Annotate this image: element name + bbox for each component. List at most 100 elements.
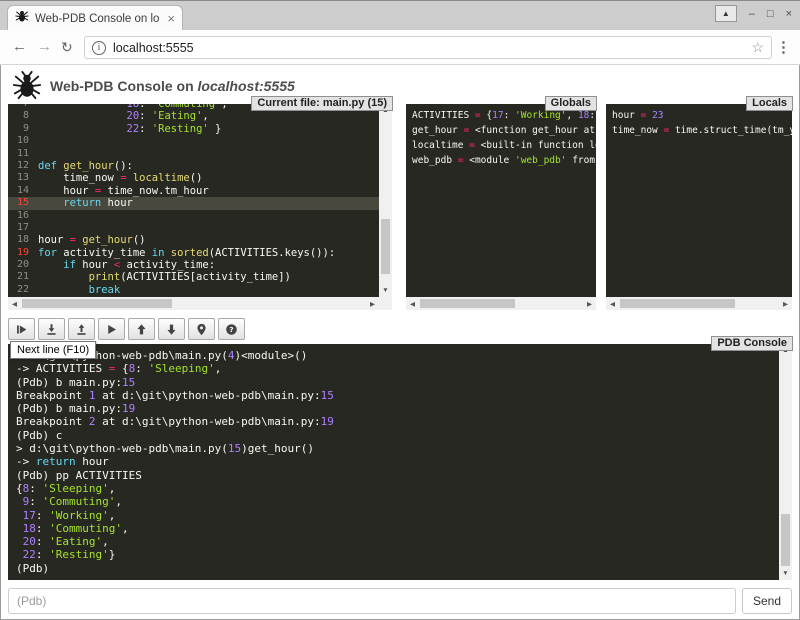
console-line: 18: 'Commuting',	[16, 522, 779, 535]
continue-icon	[105, 323, 118, 336]
locals-line: time_now = time.struct_time(tm_yea	[612, 123, 792, 138]
code-line: 16	[8, 210, 379, 222]
code-line: 19for activity_time in sorted(ACTIVITIES…	[8, 247, 379, 259]
browser-navbar: ← → ↻ i localhost:5555 ☆ ⋮	[0, 30, 800, 65]
console-line: {8: 'Sleeping',	[16, 482, 779, 495]
minimize-button[interactable]: –	[749, 6, 755, 22]
code-line: 18hour = get_hour()	[8, 234, 379, 246]
console-line: Breakpoint 2 at d:\git\python-web-pdb\ma…	[16, 415, 779, 428]
line-number: 19	[8, 247, 38, 259]
globals-line: localtime = <built-in function loca	[412, 138, 596, 153]
line-number: 15	[8, 197, 38, 209]
bookmark-star-icon[interactable]: ☆	[751, 39, 764, 56]
line-number: 10	[8, 135, 38, 147]
code-line: 20 if hour < activity_time:	[8, 259, 379, 271]
back-button[interactable]: ←	[12, 38, 27, 55]
globals-panel: Globals ACTIVITIES = {17: 'Working', 18:…	[406, 104, 596, 310]
console-line: 17: 'Working',	[16, 509, 779, 522]
current-file-caption: Current file: main.py (15)	[251, 96, 393, 111]
line-number: 13	[8, 172, 38, 184]
console-line: (Pdb) pp ACTIVITIES	[16, 469, 779, 482]
page-title-host: localhost:5555	[198, 78, 295, 94]
step-out-icon	[75, 323, 88, 336]
code-line: 21 print(ACTIVITIES[activity_time])	[8, 271, 379, 283]
locals-horizontal-scrollbar[interactable]: ◀ ▶	[606, 297, 792, 310]
tab-title: Web-PDB Console on lo	[35, 13, 161, 25]
locals-panel: Locals hour = 23time_now = time.struct_t…	[606, 104, 792, 310]
code-line: 13 time_now = localtime()	[8, 172, 379, 184]
code-line: 14 hour = time_now.tm_hour	[8, 185, 379, 197]
browser-tab[interactable]: Web-PDB Console on lo ×	[7, 5, 183, 31]
svg-text:?: ?	[229, 325, 233, 334]
console-line: (Pdb)	[16, 562, 779, 575]
globals-line: get_hour = <function get_hour at 0	[412, 123, 596, 138]
window-close-button[interactable]: ×	[786, 6, 792, 22]
send-button[interactable]: Send	[742, 588, 792, 614]
line-number: 11	[8, 148, 38, 160]
pdb-command-input[interactable]	[8, 588, 736, 614]
step-into-icon	[45, 323, 58, 336]
down-arrow-icon	[165, 323, 178, 336]
scroll-down-icon[interactable]: ▼	[379, 284, 392, 297]
up-arrow-button[interactable]	[128, 318, 155, 340]
line-number: 18	[8, 234, 38, 246]
scroll-down-icon[interactable]: ▼	[779, 567, 792, 580]
browser-titlebar: Web-PDB Console on lo × ▲ – □ ×	[0, 0, 800, 30]
address-bar[interactable]: i localhost:5555 ☆	[84, 36, 772, 59]
line-number: 9	[8, 123, 38, 135]
browser-window: Web-PDB Console on lo × ▲ – □ × ← → ↻ i …	[0, 0, 800, 620]
step-into-button[interactable]	[38, 318, 65, 340]
up-arrow-icon	[135, 323, 148, 336]
scroll-right-icon[interactable]: ▶	[583, 297, 596, 310]
scrollbar-corner	[379, 297, 392, 310]
console-line: (Pdb) b main.py:15	[16, 376, 779, 389]
url-text[interactable]: localhost:5555	[113, 41, 751, 55]
console-line: Breakpoint 1 at d:\git\python-web-pdb\ma…	[16, 389, 779, 402]
scroll-right-icon[interactable]: ▶	[779, 297, 792, 310]
code-vscroll-thumb[interactable]	[381, 219, 390, 274]
code-hscroll-thumb[interactable]	[22, 299, 172, 308]
down-arrow-button[interactable]	[158, 318, 185, 340]
maximize-button[interactable]: □	[767, 6, 774, 22]
code-vertical-scrollbar[interactable]: ▲ ▼	[379, 104, 392, 297]
continue-button[interactable]	[98, 318, 125, 340]
locals-hscroll-thumb[interactable]	[620, 299, 735, 308]
globals-horizontal-scrollbar[interactable]: ◀ ▶	[406, 297, 596, 310]
refresh-button[interactable]: ↻	[61, 39, 73, 56]
next-line-button[interactable]	[8, 318, 35, 340]
globals-hscroll-thumb[interactable]	[420, 299, 515, 308]
code-line: 8 20: 'Eating',	[8, 110, 379, 122]
scroll-left-icon[interactable]: ◀	[606, 297, 619, 310]
step-out-button[interactable]	[68, 318, 95, 340]
code-line: 12def get_hour():	[8, 160, 379, 172]
globals-caption: Globals	[545, 96, 597, 111]
map-marker-button[interactable]	[188, 318, 215, 340]
debug-toolbar: ?	[8, 318, 248, 340]
console-vertical-scrollbar[interactable]: ▲ ▼	[779, 344, 792, 580]
console-line: 22: 'Resting'}	[16, 548, 779, 561]
current-file-panel: Current file: main.py (15) 7 18: 'Commut…	[8, 104, 392, 310]
help-button[interactable]: ?	[218, 318, 245, 340]
locals-caption: Locals	[746, 96, 793, 111]
console-line: -> ACTIVITIES = {8: 'Sleeping',	[16, 362, 779, 375]
page-info-icon[interactable]: i	[92, 41, 106, 55]
scroll-left-icon[interactable]: ◀	[406, 297, 419, 310]
forward-button[interactable]: →	[37, 38, 52, 55]
console-line: > d:\git\python-web-pdb\main.py(15)get_h…	[16, 442, 779, 455]
code-line: 9 22: 'Resting' }	[8, 123, 379, 135]
map-marker-icon	[195, 323, 208, 336]
scroll-right-icon[interactable]: ▶	[366, 297, 379, 310]
console-line: 9: 'Commuting',	[16, 495, 779, 508]
code-horizontal-scrollbar[interactable]: ◀ ▶	[8, 297, 379, 310]
browser-menu-icon[interactable]: ⋮	[776, 38, 791, 56]
next-line-tooltip: Next line (F10)	[10, 341, 96, 359]
scroll-left-icon[interactable]: ◀	[8, 297, 21, 310]
globals-line: web_pdb = <module 'web_pdb' from '	[412, 153, 596, 168]
tab-close-icon[interactable]: ×	[167, 12, 175, 25]
code-line: 11	[8, 148, 379, 160]
line-number: 22	[8, 284, 38, 296]
titlebar-up-arrow-button[interactable]: ▲	[715, 5, 737, 22]
line-number: 21	[8, 271, 38, 283]
code-line: 17	[8, 222, 379, 234]
console-vscroll-thumb[interactable]	[781, 514, 790, 566]
